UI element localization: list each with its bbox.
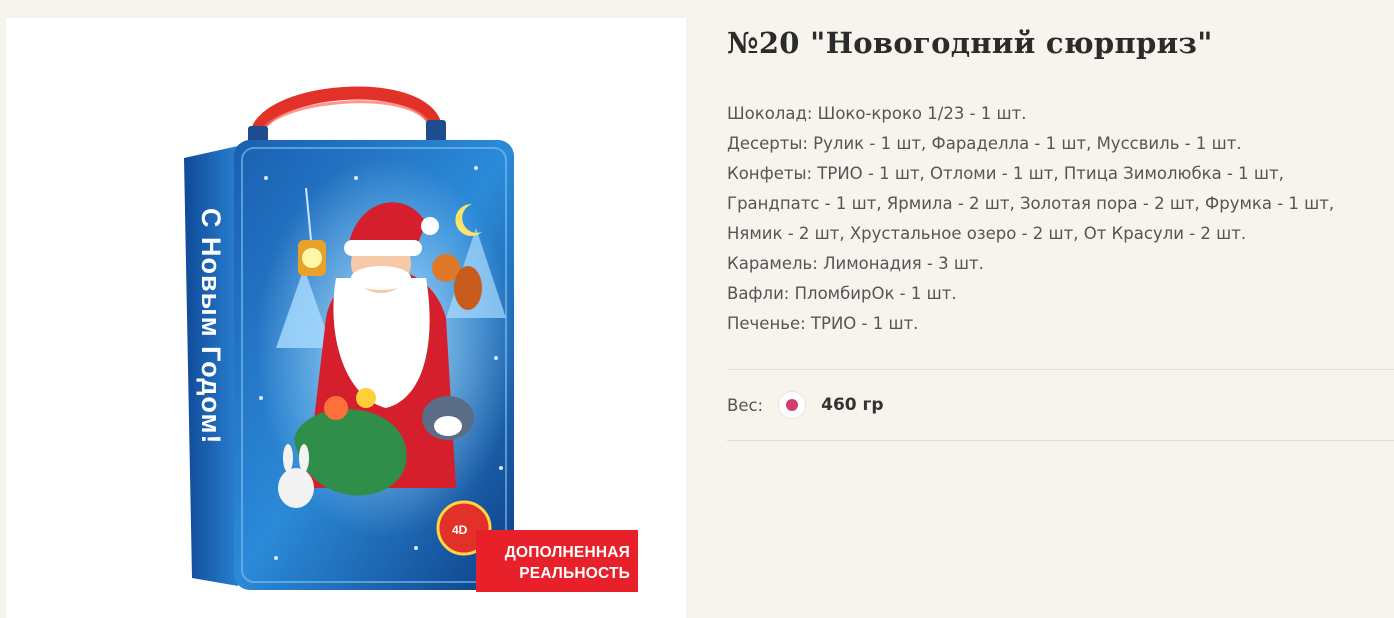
- weight-label: Вес:: [727, 395, 764, 415]
- augmented-reality-badge: ДОПОЛНЕННАЯ РЕАЛЬНОСТЬ: [476, 530, 638, 592]
- composition-line: Печенье: ТРИО - 1 шт.: [727, 314, 919, 333]
- badge-line-2: РЕАЛЬНОСТЬ: [519, 565, 630, 582]
- composition-line: Конфеты: ТРИО - 1 шт, Отломи - 1 шт, Пти…: [727, 164, 1284, 183]
- composition-line: Грандпатс - 1 шт, Ярмила - 2 шт, Золотая…: [727, 194, 1335, 213]
- divider: [727, 369, 1394, 370]
- svg-text:4D: 4D: [452, 523, 468, 537]
- radio-selected-icon[interactable]: [779, 392, 806, 418]
- weight-option-label[interactable]: 460 гр: [821, 395, 883, 415]
- product-info: №20 "Новогодний сюрприз" Шоколад: Шоко-к…: [727, 0, 1394, 441]
- composition-line: Вафли: ПломбирОк - 1 шт.: [727, 284, 957, 303]
- badge-line-1: ДОПОЛНЕННАЯ: [504, 544, 630, 561]
- weight-selector: Вес: 460 гр: [727, 388, 884, 422]
- composition-line: Десерты: Рулик - 1 шт, Фараделла - 1 шт,…: [727, 134, 1242, 153]
- product-image-panel: С Новым Годом! 4D ДОПОЛНЕННАЯ РЕАЛЬНОСТЬ: [6, 18, 686, 618]
- composition-line: Нямик - 2 шт, Хрустальное озеро - 2 шт, …: [727, 224, 1247, 243]
- product-composition: Шоколад: Шоко-кроко 1/23 - 1 шт. Десерты…: [727, 99, 1394, 339]
- product-image: С Новым Годом! 4D: [184, 86, 516, 590]
- composition-line: Карамель: Лимонадия - 3 шт.: [727, 254, 984, 273]
- divider: [727, 440, 1394, 441]
- composition-line: Шоколад: Шоко-кроко 1/23 - 1 шт.: [727, 104, 1027, 123]
- svg-text:С Новым Годом!: С Новым Годом!: [196, 208, 226, 444]
- product-title: №20 "Новогодний сюрприз": [727, 26, 1213, 60]
